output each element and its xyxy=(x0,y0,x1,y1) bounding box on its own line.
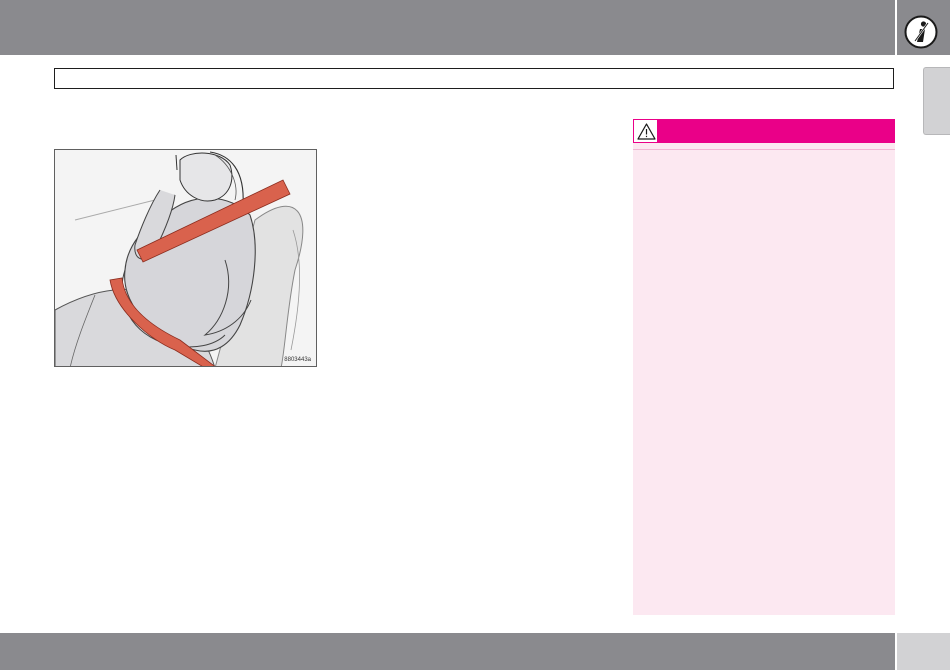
seatbelt-person-icon xyxy=(904,15,938,49)
warning-icon-cell xyxy=(633,119,658,143)
footer-page-number-box xyxy=(897,633,950,670)
figure-illustration: 8803443a xyxy=(54,149,317,367)
warning-separator xyxy=(633,149,895,150)
warning-triangle-icon xyxy=(637,123,656,140)
warning-header xyxy=(633,119,895,143)
figure-code: 8803443a xyxy=(284,357,311,363)
footer-bar xyxy=(0,633,895,670)
warning-box xyxy=(633,119,895,615)
header-bar xyxy=(0,0,895,55)
section-title-box xyxy=(54,68,894,89)
pregnant-woman-seatbelt-illustration xyxy=(55,151,304,366)
chapter-tab[interactable] xyxy=(923,67,950,135)
